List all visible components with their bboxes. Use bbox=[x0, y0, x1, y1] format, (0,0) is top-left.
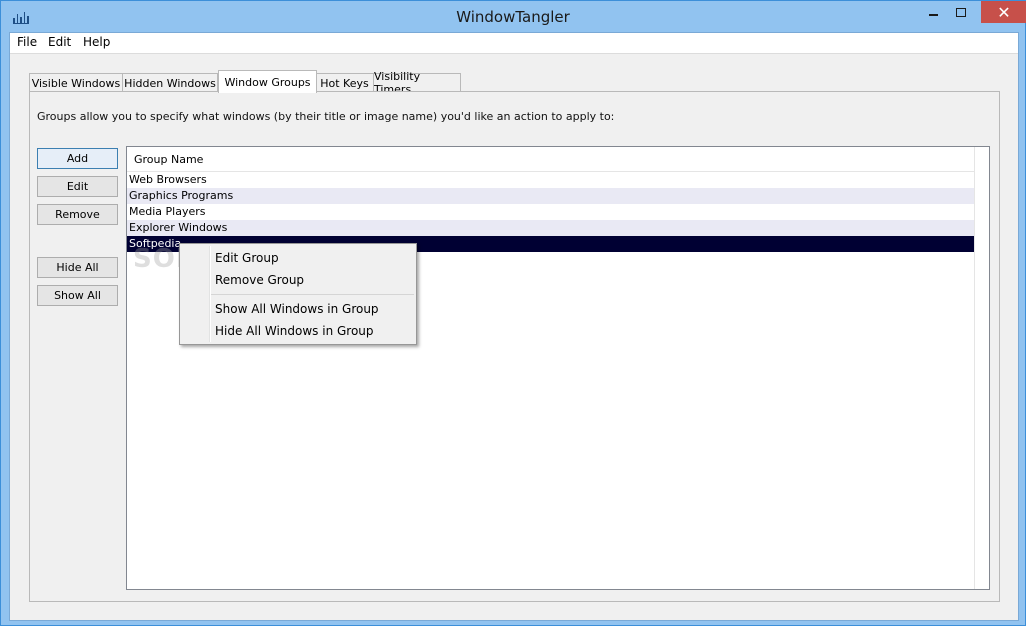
list-item[interactable]: Explorer Windows bbox=[127, 220, 974, 236]
menu-bar: File Edit Help bbox=[10, 33, 1018, 54]
context-item-label: Show All Windows in Group bbox=[215, 302, 379, 316]
app-window: WindowTangler ✕ File Edit Help Visible W… bbox=[0, 0, 1026, 626]
show-all-button[interactable]: Show All bbox=[37, 285, 118, 306]
list-item-label: Explorer Windows bbox=[129, 221, 228, 234]
context-item-label: Hide All Windows in Group bbox=[215, 324, 374, 338]
title-bar[interactable]: WindowTangler ✕ bbox=[1, 1, 1026, 32]
groups-list[interactable]: Group Name Web Browsers Graphics Program… bbox=[126, 146, 990, 590]
list-scroll-gutter bbox=[974, 147, 989, 589]
maximize-button[interactable] bbox=[944, 1, 978, 23]
context-menu: Edit Group Remove Group Show All Windows… bbox=[179, 243, 417, 345]
tab-hidden-windows[interactable]: Hidden Windows bbox=[122, 73, 218, 92]
context-item-remove-group[interactable]: Remove Group bbox=[182, 269, 414, 291]
hide-all-button[interactable]: Hide All bbox=[37, 257, 118, 278]
context-item-label: Remove Group bbox=[215, 273, 305, 287]
column-header-label: Group Name bbox=[134, 153, 204, 166]
close-button[interactable]: ✕ bbox=[981, 1, 1026, 23]
list-item[interactable]: Web Browsers bbox=[127, 172, 974, 188]
list-item-label: Web Browsers bbox=[129, 173, 207, 186]
tab-window-groups[interactable]: Window Groups bbox=[218, 70, 317, 93]
context-item-hide-all-windows[interactable]: Hide All Windows in Group bbox=[182, 320, 414, 342]
menu-file[interactable]: File bbox=[15, 35, 39, 49]
tab-hot-keys[interactable]: Hot Keys bbox=[315, 73, 374, 92]
minimize-icon bbox=[928, 14, 938, 16]
context-menu-separator bbox=[211, 294, 414, 295]
add-button[interactable]: Add bbox=[37, 148, 118, 169]
list-item-label: Media Players bbox=[129, 205, 206, 218]
context-item-show-all-windows[interactable]: Show All Windows in Group bbox=[182, 298, 414, 320]
list-item[interactable]: Media Players bbox=[127, 204, 974, 220]
context-item-label: Edit Group bbox=[215, 251, 279, 265]
list-item-label: Graphics Programs bbox=[129, 189, 234, 202]
menu-help[interactable]: Help bbox=[81, 35, 112, 49]
groups-description: Groups allow you to specify what windows… bbox=[37, 110, 615, 123]
edit-button[interactable]: Edit bbox=[37, 176, 118, 197]
maximize-icon bbox=[956, 7, 966, 17]
column-header-group-name[interactable]: Group Name bbox=[127, 147, 974, 172]
close-icon: ✕ bbox=[997, 2, 1011, 22]
list-item[interactable]: Graphics Programs bbox=[127, 188, 974, 204]
context-item-edit-group[interactable]: Edit Group bbox=[182, 247, 414, 269]
tab-visible-windows[interactable]: Visible Windows bbox=[29, 73, 123, 92]
window-title: WindowTangler bbox=[456, 8, 570, 26]
client-area: File Edit Help Visible Windows Hidden Wi… bbox=[9, 32, 1019, 621]
tab-visibility-timers[interactable]: Visibility Timers bbox=[373, 70, 461, 96]
remove-button[interactable]: Remove bbox=[37, 204, 118, 225]
menu-edit[interactable]: Edit bbox=[46, 35, 73, 49]
